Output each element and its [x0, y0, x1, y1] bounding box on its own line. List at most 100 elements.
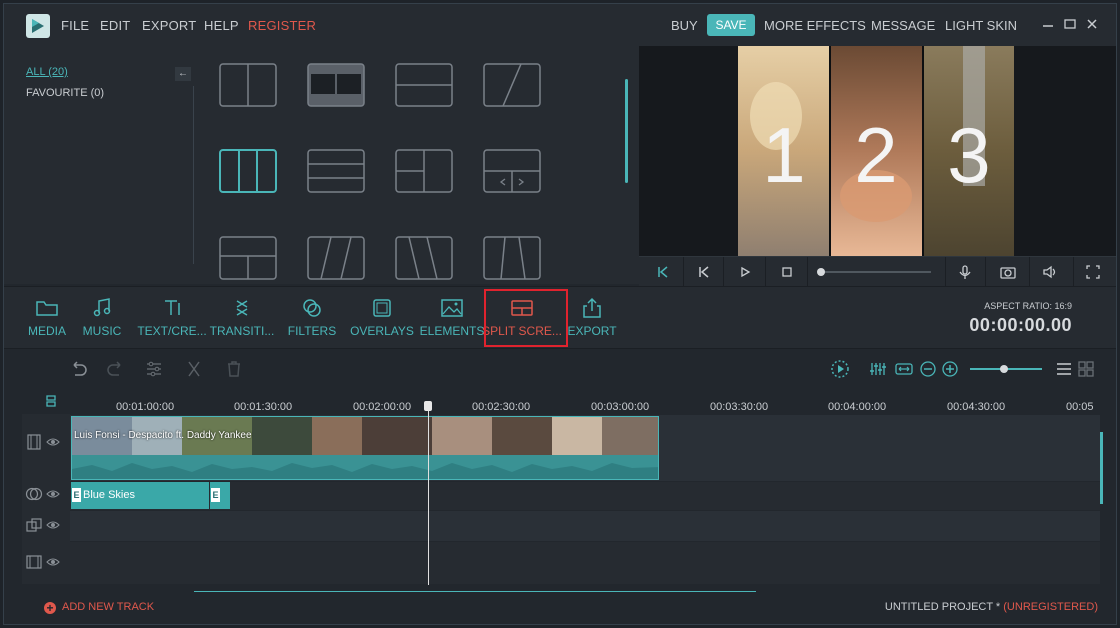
overlay-track-lane[interactable] — [70, 511, 1100, 541]
audio-track-lane[interactable] — [70, 542, 1100, 584]
zoom-out-icon[interactable] — [918, 359, 938, 379]
zoom-in-icon[interactable] — [940, 359, 960, 379]
light-skin-link[interactable]: LIGHT SKIN — [945, 18, 1017, 33]
snap-magnet-icon[interactable] — [44, 393, 58, 409]
title-clip[interactable]: E — [210, 482, 230, 509]
ruler-tick-label: 00:04:30:00 — [947, 401, 1006, 413]
eye-icon[interactable] — [46, 488, 60, 500]
filters-icon — [303, 299, 321, 317]
stop-icon[interactable] — [779, 263, 795, 281]
template-split-3-trapezoid[interactable] — [483, 236, 541, 280]
template-split-3-fan[interactable] — [395, 236, 453, 280]
menu-export[interactable]: EXPORT — [142, 18, 196, 33]
close-icon[interactable] — [1084, 16, 1100, 32]
maximize-icon[interactable] — [1062, 16, 1078, 32]
grid-view-icon[interactable] — [1076, 359, 1096, 379]
eye-icon[interactable] — [46, 436, 60, 448]
tool-export-label: EXPORT — [567, 324, 617, 338]
template-split-3-left-right[interactable] — [395, 149, 453, 193]
skip-start-icon[interactable] — [655, 263, 671, 281]
render-preview-icon[interactable] — [830, 359, 850, 379]
image-icon — [441, 299, 463, 317]
tool-transitions[interactable]: TRANSITI... — [202, 287, 282, 347]
adjust-icon[interactable] — [144, 359, 164, 379]
timeline-vertical-scrollbar[interactable] — [1100, 432, 1103, 504]
menu-help[interactable]: HELP — [204, 18, 239, 33]
fullscreen-icon[interactable] — [1085, 263, 1101, 281]
eye-icon[interactable] — [46, 519, 60, 531]
template-split-2-stacked[interactable] — [395, 63, 453, 107]
playhead-line[interactable] — [428, 405, 429, 585]
music-note-icon — [93, 298, 111, 317]
template-split-2-vertical[interactable] — [219, 63, 277, 107]
text-icon — [165, 300, 180, 315]
template-split-3-vertical[interactable] — [219, 149, 277, 193]
track-headers — [22, 414, 70, 584]
timeline-ruler[interactable]: 00:01:00:00 00:01:30:00 00:02:00:00 00:0… — [70, 389, 1116, 413]
transition-icon — [236, 300, 248, 316]
tool-overlays[interactable]: OVERLAYS — [342, 287, 422, 347]
ruler-tick-label: 00:01:30:00 — [234, 401, 293, 413]
template-split-3-slanted[interactable] — [307, 236, 365, 280]
video-clip[interactable]: Luis Fonsi - Despacito ft. Daddy Yankee — [71, 416, 659, 480]
redo-icon[interactable] — [106, 359, 126, 379]
tool-export[interactable]: EXPORT — [552, 287, 632, 347]
zoom-slider[interactable] — [968, 363, 1044, 375]
tool-music-label: MUSIC — [82, 324, 122, 338]
category-favourite[interactable]: FAVOURITE (0) — [26, 87, 104, 99]
title-clip[interactable]: E Blue Skies — [71, 482, 209, 509]
eye-icon[interactable] — [46, 556, 60, 568]
overlay-track-icon — [26, 518, 42, 532]
template-split-arrows[interactable] — [483, 149, 541, 193]
timeline-toolbar — [4, 349, 1116, 389]
playhead-handle[interactable] — [424, 401, 432, 411]
audio-mixer-icon[interactable] — [868, 359, 888, 379]
plus-icon: + — [44, 602, 56, 614]
menu-register[interactable]: REGISTER — [248, 18, 316, 33]
step-back-icon[interactable] — [695, 263, 711, 281]
more-effects-link[interactable]: MORE EFFECTS — [764, 18, 866, 33]
playback-controls — [639, 256, 1116, 287]
split-screen-templates — [195, 46, 639, 284]
list-view-icon[interactable] — [1054, 359, 1074, 379]
minimize-icon[interactable] — [1040, 16, 1056, 32]
title-badge-icon: E — [211, 488, 220, 502]
template-split-2-horizontal-selected[interactable] — [307, 63, 365, 107]
title-clip-label: Blue Skies — [83, 489, 135, 501]
add-new-track-button[interactable]: + ADD NEW TRACK — [44, 601, 154, 614]
ruler-tick-label: 00:01:00:00 — [116, 401, 175, 413]
templates-scrollbar[interactable] — [625, 79, 628, 183]
tool-text-credits[interactable]: TEXT/CRE... — [132, 287, 212, 347]
ruler-tick-label: 00:05 — [1066, 401, 1094, 413]
timecode-display: 00:00:00.00 — [969, 315, 1072, 335]
undo-icon[interactable] — [68, 359, 88, 379]
volume-icon[interactable] — [1041, 263, 1059, 281]
tool-music[interactable]: MUSIC — [62, 287, 142, 347]
buy-link[interactable]: BUY — [671, 18, 698, 33]
preview-number-2: 2 — [854, 111, 897, 199]
template-split-2-diagonal[interactable] — [483, 63, 541, 107]
tool-elements[interactable]: ELEMENTS — [412, 287, 492, 347]
tool-filters[interactable]: FILTERS — [272, 287, 352, 347]
menu-edit[interactable]: EDIT — [100, 18, 130, 33]
microphone-icon[interactable] — [957, 263, 973, 281]
panel-divider — [193, 86, 194, 264]
unregistered-label: (UNREGISTERED) — [1003, 601, 1098, 613]
template-split-3-horizontal[interactable] — [307, 149, 365, 193]
template-split-3-top-bottom[interactable] — [219, 236, 277, 280]
preview-number-1: 1 — [762, 111, 805, 199]
menu-file[interactable]: FILE — [61, 18, 89, 33]
trash-icon[interactable] — [224, 359, 244, 379]
ruler-tick-label: 00:03:00:00 — [591, 401, 650, 413]
play-icon[interactable] — [737, 263, 753, 281]
progress-slider[interactable] — [815, 263, 935, 281]
category-all[interactable]: ALL (20) — [26, 66, 68, 78]
folder-icon — [36, 301, 58, 316]
status-bar: + ADD NEW TRACK UNTITLED PROJECT * (UNREG… — [4, 592, 1116, 624]
collapse-arrow-icon[interactable]: ← — [175, 67, 191, 81]
message-link[interactable]: MESSAGE — [871, 18, 935, 33]
fit-timeline-icon[interactable] — [894, 359, 914, 379]
save-button[interactable]: SAVE — [707, 14, 755, 36]
snapshot-camera-icon[interactable] — [999, 263, 1017, 281]
scissors-icon[interactable] — [184, 359, 204, 379]
